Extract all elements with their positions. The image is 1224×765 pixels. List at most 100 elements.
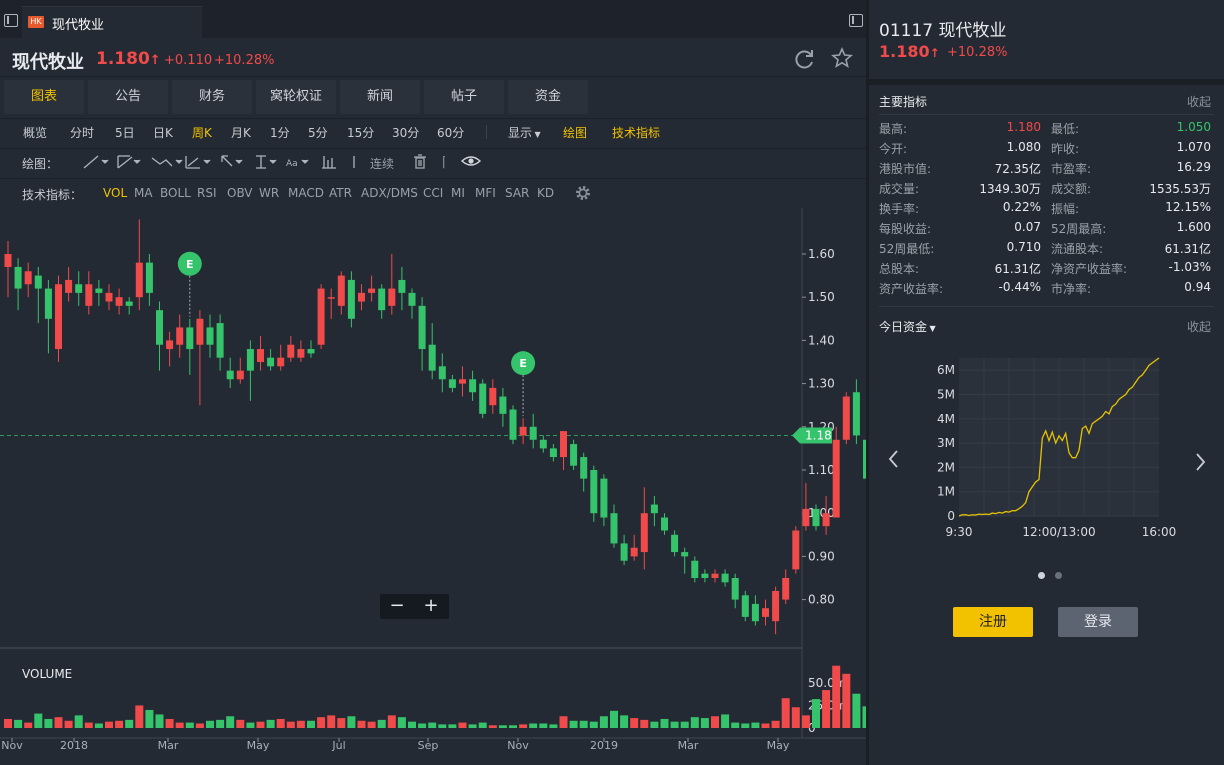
flow-dropdown[interactable]: 今日资金 ▼: [879, 318, 936, 335]
candle-body: [479, 383, 487, 414]
timeframe-button[interactable]: 30分: [392, 124, 419, 141]
nav-tab[interactable]: 资金: [508, 80, 588, 114]
volume-bar: [115, 720, 124, 728]
indicator-button[interactable]: MI: [451, 186, 465, 200]
flow-x-label: 12:00/13:00: [1022, 525, 1095, 539]
timeframe-button[interactable]: 60分: [437, 124, 464, 141]
volume-bar: [458, 722, 467, 728]
nav-tab[interactable]: 新闻: [340, 80, 420, 114]
star-icon[interactable]: [831, 47, 853, 69]
tech-indicator-button[interactable]: 技术指标: [612, 124, 660, 141]
sidebar-title: 01117 现代牧业: [879, 21, 1007, 41]
tab-bar: HK 现代牧业: [0, 0, 866, 38]
nav-tab[interactable]: 窝轮权证: [256, 80, 336, 114]
volume-bar: [519, 724, 528, 728]
volume-bar: [428, 722, 437, 728]
timeframe-button[interactable]: 15分: [347, 124, 374, 141]
sidebar-toggle-icon[interactable]: [4, 14, 18, 27]
stock-tab[interactable]: HK 现代牧业: [22, 6, 202, 38]
pager-dot[interactable]: [1055, 572, 1062, 579]
price-change-pct: +10.28%: [214, 53, 275, 68]
indicator-button[interactable]: MFI: [475, 186, 496, 200]
indicator-button[interactable]: ATR: [329, 186, 352, 200]
metric-label: 港股市值:: [879, 162, 932, 176]
indicator-button[interactable]: KD: [537, 186, 554, 200]
candle-body: [701, 573, 709, 578]
indicator-button[interactable]: WR: [259, 186, 279, 200]
volume-bar: [216, 719, 225, 728]
volume-bar: [105, 721, 113, 728]
panel-toggle-icon[interactable]: [849, 14, 863, 27]
candle-body: [196, 318, 204, 345]
volume-bar: [14, 719, 23, 728]
candle-body: [721, 573, 729, 583]
trash-icon[interactable]: [412, 153, 428, 171]
flow-y-label: 5M: [937, 387, 955, 401]
indicator-button[interactable]: ADX/DMS: [361, 186, 418, 200]
volume-bar: [397, 717, 406, 728]
indicator-button[interactable]: BOLL: [160, 186, 191, 200]
timeframe-button[interactable]: 5分: [308, 124, 328, 141]
stock-name: 现代牧业: [12, 52, 84, 73]
indicator-button[interactable]: SAR: [505, 186, 529, 200]
indicator-button[interactable]: RSI: [197, 186, 217, 200]
metric-value: 1.070: [1176, 140, 1211, 154]
volume-bar: [54, 717, 63, 728]
flow-collapse[interactable]: 收起: [1187, 318, 1211, 335]
continuous-toggle[interactable]: 连续: [370, 155, 394, 172]
refresh-icon[interactable]: [794, 48, 816, 70]
chevron-left-icon[interactable]: [887, 449, 899, 469]
volume-bar: [589, 721, 598, 728]
volume-bar: [438, 724, 447, 728]
indicator-button[interactable]: OBV: [227, 186, 253, 200]
quote-sidebar: 01117 现代牧业 1.180↑ +10.28% 主要指标 收起 最高: 1.1…: [869, 0, 1224, 765]
eye-icon[interactable]: [461, 154, 481, 168]
y-tick-label: 0.90: [808, 549, 835, 563]
timeframe-button[interactable]: 概览: [23, 124, 47, 141]
indicator-button[interactable]: CCI: [423, 186, 443, 200]
candle-body: [529, 426, 537, 440]
metric-label: 52周最低:: [879, 242, 935, 256]
volume-bar: [842, 673, 851, 728]
draw-label: 绘图：: [22, 157, 59, 171]
volume-bar: [731, 722, 740, 728]
pager-dot-active[interactable]: [1038, 572, 1045, 579]
candle-body: [34, 275, 42, 289]
zoom-controls: − +: [380, 594, 449, 619]
candle-body: [671, 534, 679, 553]
chevron-right-icon[interactable]: [1195, 452, 1207, 472]
indicator-button[interactable]: VOL: [103, 186, 127, 200]
timeframe-button[interactable]: 日K: [153, 124, 173, 141]
nav-tab[interactable]: 帖子: [424, 80, 504, 114]
metric-label: 市盈率:: [1051, 162, 1092, 176]
zoom-out-button[interactable]: −: [386, 594, 408, 619]
nav-tab[interactable]: 财务: [172, 80, 252, 114]
nav-tab[interactable]: 公告: [88, 80, 168, 114]
candle-body: [216, 323, 224, 358]
indicator-button[interactable]: MA: [134, 186, 153, 200]
x-tick-label: Jul: [331, 739, 345, 752]
draw-button[interactable]: 绘图: [563, 124, 587, 141]
flow-y-label: 4M: [937, 412, 955, 426]
candle-body: [166, 340, 174, 350]
kline-chart[interactable]: 1.601.501.401.301.201.101.000.900.8050.0…: [0, 208, 866, 765]
zoom-in-button[interactable]: +: [420, 594, 442, 619]
timeframe-button[interactable]: 分时: [70, 124, 94, 141]
metrics-collapse[interactable]: 收起: [1187, 93, 1211, 110]
display-dropdown[interactable]: 显示 ▼: [508, 124, 541, 141]
volume-bar: [812, 699, 820, 728]
candle-body: [418, 305, 426, 350]
indicator-button[interactable]: MACD: [288, 186, 324, 200]
register-button[interactable]: 注册: [953, 607, 1033, 637]
gear-icon[interactable]: [574, 184, 592, 202]
nav-tab[interactable]: 图表: [4, 80, 84, 114]
chart-panel: HK 现代牧业 现代牧业 1.180↑ +0.110 +10.28% 图表 公告财…: [0, 0, 866, 765]
timeframe-button[interactable]: 1分: [270, 124, 290, 141]
login-button[interactable]: 登录: [1058, 607, 1138, 637]
timeframe-button[interactable]: 月K: [231, 124, 251, 141]
x-tick-label: Mar: [158, 739, 179, 752]
timeframe-button[interactable]: 周K: [192, 124, 212, 141]
timeframe-button[interactable]: 5日: [115, 124, 135, 141]
price-change: +0.110: [164, 53, 213, 68]
volume-bar: [347, 716, 356, 728]
